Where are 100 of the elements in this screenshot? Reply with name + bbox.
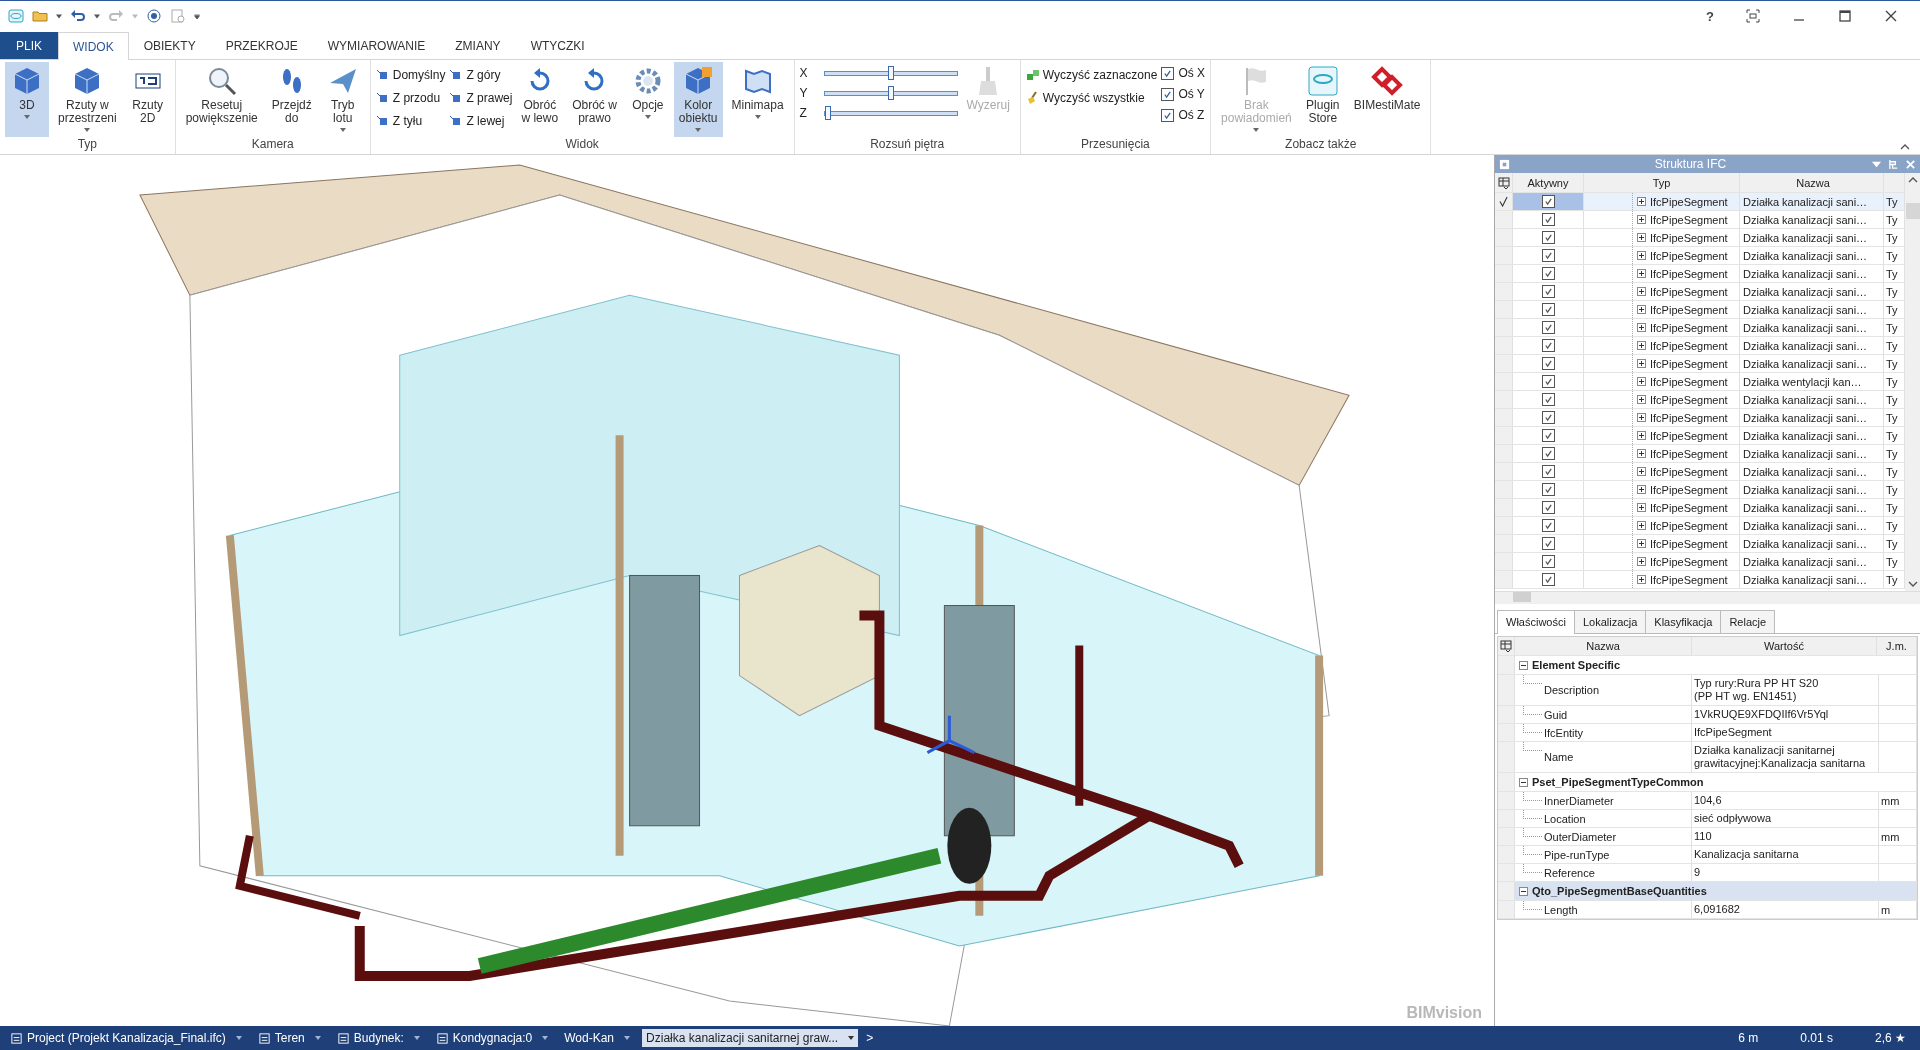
scroll-up-icon[interactable]: [1907, 177, 1918, 183]
checkbox[interactable]: [1541, 249, 1555, 262]
tree-row[interactable]: IfcPipeSegment Działka kanalizacji sani… Ty: [1495, 301, 1905, 319]
property-section[interactable]: Element Specific: [1498, 656, 1917, 675]
breadcrumb-item[interactable]: Project (Projekt Kanalizacja_Final.ifc): [6, 1029, 246, 1047]
breadcrumb-item[interactable]: Wod-Kan: [560, 1029, 635, 1047]
ribbon-small-button[interactable]: Domyślny: [375, 65, 446, 84]
ribbon-small-button[interactable]: Z tyłu: [375, 111, 446, 130]
column-chooser-icon[interactable]: [1500, 640, 1512, 652]
expand-icon[interactable]: [1637, 557, 1646, 566]
column-header[interactable]: Aktywny: [1513, 173, 1584, 192]
tree-row[interactable]: IfcPipeSegment Działka kanalizacji sani… Ty: [1495, 337, 1905, 355]
checkbox[interactable]: [1541, 501, 1555, 514]
checkbox[interactable]: [1541, 573, 1555, 586]
tree-row[interactable]: IfcPipeSegment Działka kanalizacji sani… Ty: [1495, 499, 1905, 517]
tree-row[interactable]: IfcPipeSegment Działka kanalizacji sani… Ty: [1495, 211, 1905, 229]
tree-row[interactable]: IfcPipeSegment Działka kanalizacji sani… Ty: [1495, 535, 1905, 553]
tree-row[interactable]: IfcPipeSegment Działka kanalizacji sani… Ty: [1495, 265, 1905, 283]
expand-icon[interactable]: [1637, 521, 1646, 530]
checkbox[interactable]: [1541, 519, 1555, 532]
expand-icon[interactable]: [1637, 269, 1646, 278]
properties-tab[interactable]: Klasyfikacja: [1645, 610, 1722, 633]
expand-icon[interactable]: [1637, 503, 1646, 512]
checkbox[interactable]: [1541, 231, 1555, 244]
expand-icon[interactable]: [1637, 485, 1646, 494]
maximize-icon[interactable]: [1838, 9, 1852, 23]
tree-row[interactable]: IfcPipeSegment Działka kanalizacji sani… Ty: [1495, 553, 1905, 571]
tree-row[interactable]: IfcPipeSegment Działka kanalizacji sani… Ty: [1495, 571, 1905, 589]
breadcrumb-more[interactable]: >: [866, 1031, 874, 1045]
scroll-thumb[interactable]: [1905, 203, 1920, 219]
column-chooser-icon[interactable]: [1497, 176, 1510, 189]
ribbon-small-button[interactable]: Wyczyść zaznaczone: [1025, 65, 1158, 84]
ribbon-button[interactable]: Plugin Store: [1300, 62, 1345, 137]
expand-icon[interactable]: [1637, 395, 1646, 404]
expand-icon[interactable]: [1637, 251, 1646, 260]
tree-row[interactable]: IfcPipeSegment Działka kanalizacji sani… Ty: [1495, 229, 1905, 247]
ribbon-button[interactable]: BIMestiMate: [1348, 62, 1426, 137]
ribbon-small-button[interactable]: Z prawej: [449, 88, 513, 107]
fullscreen-icon[interactable]: [1746, 9, 1760, 23]
tree-row[interactable]: IfcPipeSegment Działka kanalizacji sani… Ty: [1495, 409, 1905, 427]
expand-icon[interactable]: [1637, 539, 1646, 548]
file-tab[interactable]: PLIK: [0, 32, 58, 59]
caret-icon[interactable]: [56, 13, 62, 19]
pin-icon[interactable]: [1888, 158, 1899, 170]
slider-thumb[interactable]: [887, 65, 894, 80]
checkbox[interactable]: [1541, 447, 1555, 460]
tree-row[interactable]: IfcPipeSegment Działka wentylacji kan… Ty: [1495, 373, 1905, 391]
checkbox[interactable]: [1161, 66, 1175, 80]
slider-thumb[interactable]: [824, 105, 831, 120]
target-icon[interactable]: [146, 8, 162, 24]
tree-row[interactable]: IfcPipeSegment Działka kanalizacji sani… Ty: [1495, 283, 1905, 301]
checkbox[interactable]: [1541, 465, 1555, 478]
ribbon-button[interactable]: Rzuty w przestrzeni: [53, 62, 122, 137]
ribbon-button[interactable]: Tryb lotu: [320, 62, 365, 137]
ribbon-button[interactable]: Rzuty 2D: [125, 62, 170, 137]
help-button[interactable]: ?: [1706, 8, 1714, 24]
tree-row[interactable]: IfcPipeSegment Działka kanalizacji sani… Ty: [1495, 193, 1905, 211]
expand-icon[interactable]: [1637, 341, 1646, 350]
collapse-icon[interactable]: [1519, 777, 1528, 787]
breadcrumb-item[interactable]: Teren: [253, 1029, 325, 1047]
scroll-thumb[interactable]: [1513, 592, 1531, 602]
expand-icon[interactable]: [1637, 449, 1646, 458]
expand-icon[interactable]: [1637, 413, 1646, 422]
undo-icon[interactable]: [70, 8, 86, 24]
tree-row[interactable]: IfcPipeSegment Działka kanalizacji sani… Ty: [1495, 319, 1905, 337]
slider-thumb[interactable]: [887, 85, 894, 100]
ribbon-small-button[interactable]: Wyczyść wszystkie: [1025, 88, 1158, 107]
ribbon-button[interactable]: 3D: [5, 62, 49, 137]
ribbon-button[interactable]: Przejdź do: [266, 62, 317, 137]
tree-row[interactable]: IfcPipeSegment Działka kanalizacji sani… Ty: [1495, 445, 1905, 463]
breadcrumb-item[interactable]: Działka kanalizacji sanitarnej graw...: [642, 1029, 859, 1047]
expand-icon[interactable]: [1637, 215, 1646, 224]
ribbon-button[interactable]: Obróć w prawo: [567, 62, 622, 137]
app-logo-icon[interactable]: [8, 8, 24, 24]
checkbox[interactable]: [1541, 267, 1555, 280]
ribbon-button[interactable]: Obróć w lewo: [516, 62, 564, 137]
checkbox[interactable]: [1161, 87, 1175, 101]
properties-tab[interactable]: Właściwości: [1497, 610, 1575, 634]
tree-row[interactable]: IfcPipeSegment Działka kanalizacji sani… Ty: [1495, 427, 1905, 445]
checkbox[interactable]: [1541, 375, 1555, 388]
folder-icon[interactable]: [32, 8, 48, 24]
checkbox[interactable]: [1541, 411, 1555, 424]
ribbon-tab[interactable]: OBIEKTY: [128, 32, 211, 59]
expand-icon[interactable]: [1637, 197, 1646, 206]
tree-row[interactable]: IfcPipeSegment Działka kanalizacji sani… Ty: [1495, 517, 1905, 535]
checkbox[interactable]: [1541, 303, 1555, 316]
expand-icon[interactable]: [1637, 233, 1646, 242]
tree-row[interactable]: IfcPipeSegment Działka kanalizacji sani… Ty: [1495, 463, 1905, 481]
checkbox[interactable]: [1541, 483, 1555, 496]
checkbox[interactable]: [1541, 339, 1555, 352]
column-header[interactable]: Typ: [1584, 173, 1740, 192]
checkbox[interactable]: [1541, 195, 1555, 208]
scroll-down-icon[interactable]: [1907, 581, 1918, 587]
expand-icon[interactable]: [1637, 287, 1646, 296]
customize-caret-icon[interactable]: [194, 13, 200, 19]
checkbox[interactable]: [1541, 555, 1555, 568]
ribbon-tab[interactable]: WYMIAROWANIE: [312, 32, 441, 59]
ribbon-tab[interactable]: PRZEKROJE: [210, 32, 313, 59]
column-header[interactable]: J.m.: [1877, 637, 1917, 655]
checkbox[interactable]: [1541, 285, 1555, 298]
